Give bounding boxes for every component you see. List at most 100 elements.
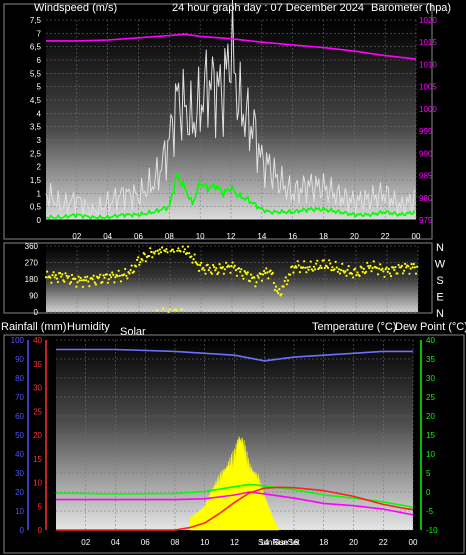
direction-point: [112, 273, 115, 276]
direction-point: [193, 253, 196, 256]
direction-point: [221, 266, 224, 269]
direction-point: [69, 281, 73, 284]
direction-point: [267, 277, 270, 280]
direction-point: [257, 276, 260, 279]
direction-point: [344, 270, 347, 273]
wind-tick-label: 7,5: [30, 16, 42, 25]
direction-point: [276, 290, 279, 293]
direction-point: [282, 285, 285, 288]
direction-point: [241, 274, 244, 277]
direction-point: [44, 276, 48, 279]
direction-point: [54, 274, 57, 277]
direction-point: [175, 308, 178, 312]
direction-point: [306, 266, 309, 269]
direction-point: [171, 248, 174, 251]
direction-point: [246, 271, 249, 274]
direction-point: [82, 279, 86, 282]
x-tick-label: 18: [319, 232, 328, 241]
direction-point: [210, 272, 214, 275]
direction-point: [103, 276, 106, 279]
direction-point: [356, 271, 359, 274]
direction-point: [80, 279, 83, 282]
direction-point: [157, 252, 160, 255]
x-tick-label: 12: [227, 232, 236, 241]
direction-point: [99, 273, 102, 276]
x-tick-label: 02: [81, 538, 90, 547]
direction-point: [164, 250, 167, 253]
x-tick-label: 00: [409, 538, 418, 547]
direction-point: [63, 280, 66, 283]
direction-point: [361, 270, 364, 273]
direction-point: [101, 280, 104, 284]
direction-point: [64, 272, 67, 275]
direction-point: [114, 276, 117, 279]
direction-point: [180, 308, 183, 311]
baro-tick-label: 1000: [419, 105, 437, 114]
baro-tick-label: 985: [419, 172, 433, 181]
direction-point: [213, 265, 216, 269]
direction-point: [407, 265, 410, 268]
direction-point: [411, 266, 414, 269]
x-tick-label: 22: [379, 538, 388, 547]
direction-point: [337, 268, 341, 271]
direction-point: [59, 272, 62, 275]
baro-tick-label: 1005: [419, 83, 437, 92]
direction-point: [214, 269, 217, 272]
direction-point: [149, 247, 152, 250]
direction-point: [314, 268, 317, 271]
direction-point: [60, 275, 63, 278]
direction-point: [274, 285, 278, 288]
direction-point: [360, 266, 363, 269]
direction-point: [331, 266, 334, 269]
wind-tick-label: 2,5: [30, 149, 42, 158]
direction-point: [413, 266, 416, 269]
direction-point: [74, 277, 77, 280]
direction-point: [179, 250, 182, 253]
direction-point: [129, 269, 132, 272]
direction-point: [158, 248, 161, 251]
direction-point: [272, 281, 275, 285]
direction-point: [292, 271, 295, 274]
direction-point: [341, 262, 344, 265]
direction-point: [156, 249, 159, 252]
direction-point: [166, 251, 169, 254]
baro-tick-label: 980: [419, 194, 433, 203]
direction-point: [222, 272, 225, 275]
direction-point: [139, 261, 142, 264]
direction-point: [212, 263, 215, 267]
direction-point: [335, 266, 338, 269]
direction-point: [102, 274, 105, 277]
direction-point: [199, 264, 202, 267]
x-tick-label: 20: [349, 538, 358, 547]
direction-point: [345, 274, 348, 277]
direction-point: [81, 285, 84, 288]
direction-point: [410, 263, 413, 266]
direction-point: [412, 262, 415, 266]
direction-point: [225, 261, 228, 264]
direction-point: [155, 309, 158, 312]
direction-point: [385, 266, 388, 269]
rain-tick-label: 10: [33, 479, 42, 488]
direction-point: [150, 250, 153, 254]
humidity-tick-label: 90: [15, 355, 24, 364]
rain-tick-label: 25: [33, 407, 42, 416]
rain-tick-label: 5: [38, 502, 43, 511]
humidity-tick-label: 100: [11, 336, 25, 345]
humidity-tick-label: 80: [15, 374, 24, 383]
direction-point: [372, 260, 375, 263]
direction-point: [304, 266, 307, 269]
direction-point: [307, 268, 310, 271]
direction-point: [291, 265, 294, 268]
direction-point: [254, 285, 257, 288]
x-tick-label: 10: [196, 232, 205, 241]
direction-point: [141, 259, 144, 262]
direction-point: [197, 269, 201, 272]
direction-point: [382, 270, 385, 273]
direction-point: [387, 267, 390, 271]
direction-point: [177, 247, 180, 250]
direction-point: [233, 264, 236, 267]
direction-point: [303, 260, 306, 263]
baro-tick-label: 975: [419, 216, 433, 225]
direction-point: [388, 272, 391, 275]
direction-point: [153, 252, 156, 255]
